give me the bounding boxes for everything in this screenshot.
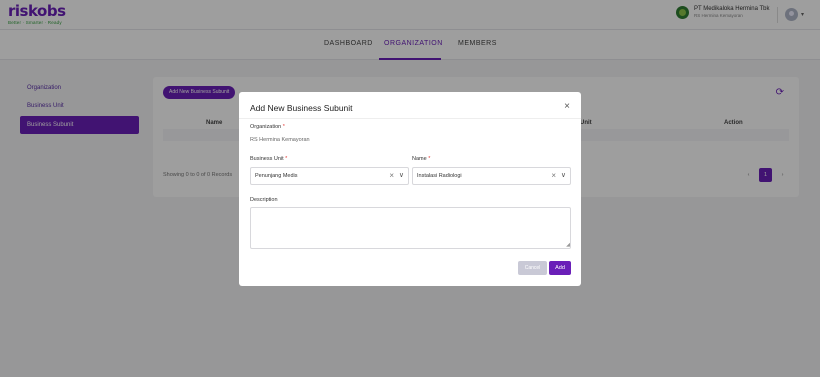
organization-value: RS Hermina Kemayoran [250, 137, 310, 143]
organization-label: Organization * [250, 124, 285, 130]
name-select[interactable]: Instalasi Radiologi × ∨ [412, 167, 571, 185]
clear-icon[interactable]: × [389, 171, 394, 180]
name-value: Instalasi Radiologi [417, 173, 462, 179]
modal-divider [239, 118, 581, 119]
add-button[interactable]: Add [549, 261, 571, 275]
business-unit-value: Penunjang Medis [255, 173, 298, 179]
business-unit-select[interactable]: Penunjang Medis × ∨ [250, 167, 409, 185]
name-label: Name * [412, 156, 431, 162]
description-textarea[interactable] [250, 207, 571, 249]
business-unit-label: Business Unit * [250, 156, 288, 162]
clear-icon[interactable]: × [551, 171, 556, 180]
description-label: Description [250, 197, 278, 203]
modal-title: Add New Business Subunit [250, 103, 353, 113]
close-icon[interactable]: × [564, 102, 570, 112]
resize-handle-icon[interactable]: ◢ [566, 242, 570, 248]
cancel-button[interactable]: Cancel [518, 261, 547, 275]
add-subunit-modal: Add New Business Subunit × Organization … [239, 92, 581, 286]
chevron-down-icon[interactable]: ∨ [561, 171, 566, 179]
chevron-down-icon[interactable]: ∨ [399, 171, 404, 179]
